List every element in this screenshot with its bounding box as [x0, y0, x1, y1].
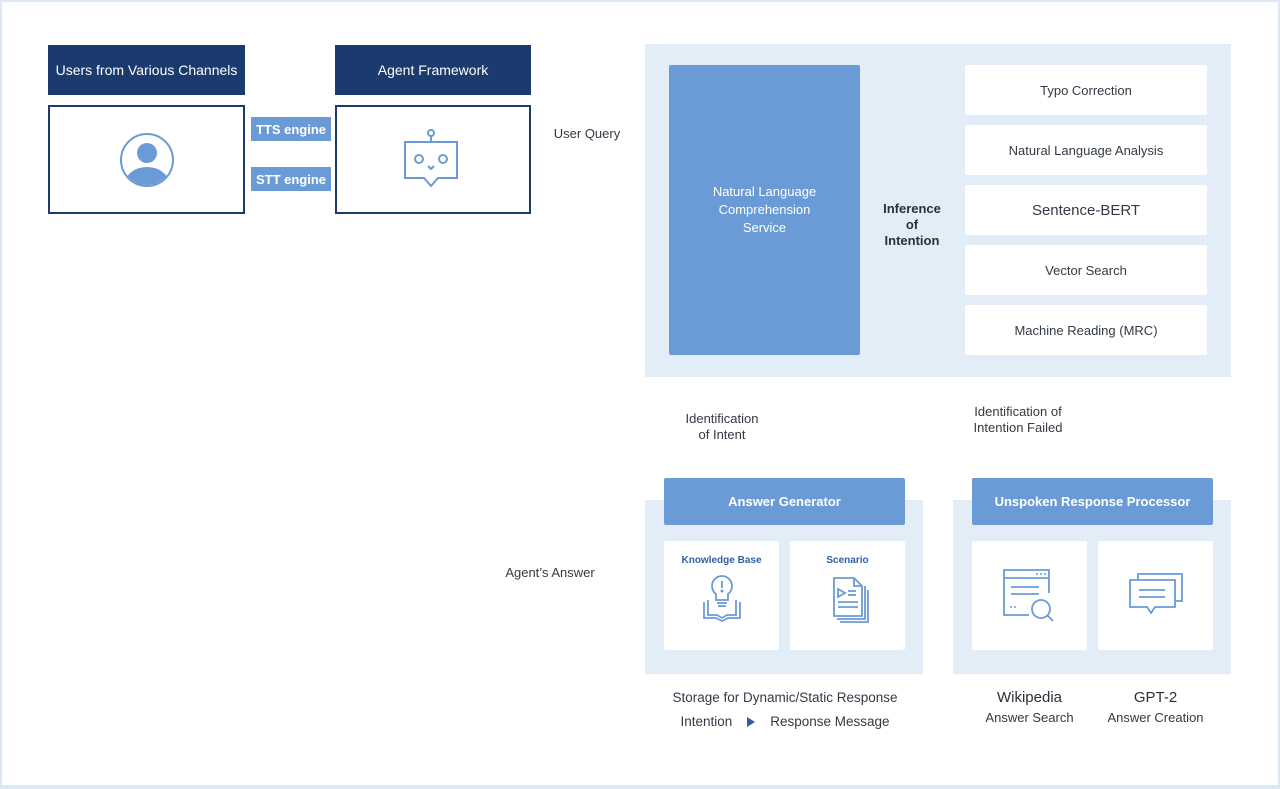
- chat-bubbles-icon: [1128, 572, 1183, 615]
- stt-engine: STT engine: [251, 167, 331, 191]
- step-machine-reading: Machine Reading (MRC): [965, 305, 1207, 355]
- answer-generator-title: Answer Generator: [728, 494, 841, 509]
- users-channels-title: Users from Various Channels: [55, 62, 238, 78]
- lightbulb-book-icon: [702, 575, 741, 623]
- agent-framework-header: Agent Framework: [335, 45, 531, 95]
- scenario-title: Scenario: [826, 555, 869, 566]
- nlc-service-label: Natural Language Comprehension Service: [712, 184, 817, 235]
- flow-to-label: Response Message: [770, 714, 890, 729]
- gpt2-name: GPT-2: [1133, 689, 1178, 706]
- gpt2-sub: Answer Creation: [1107, 710, 1204, 725]
- gpt2-card: [1098, 541, 1213, 650]
- stt-engine-label: STT engine: [255, 171, 327, 187]
- wikipedia-name: Wikipedia: [996, 689, 1063, 706]
- unspoken-processor-header: Unspoken Response Processor: [972, 478, 1213, 525]
- step-natural-language-analysis: Natural Language Analysis: [965, 125, 1207, 175]
- knowledge-base-card: Knowledge Base: [664, 541, 779, 650]
- identification-of-intent-label: Identification of Intent: [685, 411, 759, 442]
- storage-caption: Storage for Dynamic/Static Response: [672, 690, 898, 705]
- wikipedia-card: [972, 541, 1087, 650]
- unspoken-processor-title: Unspoken Response Processor: [994, 494, 1191, 509]
- chatbot-icon: [404, 128, 458, 188]
- step-sentence-bert: Sentence-BERT: [965, 185, 1207, 235]
- scenario-card: Scenario: [790, 541, 905, 650]
- flow-from-label: Intention: [680, 714, 733, 729]
- users-channels-header: Users from Various Channels: [48, 45, 245, 95]
- step-typo-correction: Typo Correction: [965, 65, 1207, 115]
- agent-box: [335, 105, 531, 214]
- gpt2-caption: GPT-2 Answer Creation: [1098, 689, 1213, 725]
- user-avatar-icon: [119, 132, 174, 187]
- nlc-service-box: Natural Language Comprehension Service: [669, 65, 860, 355]
- wikipedia-sub: Answer Search: [985, 710, 1074, 725]
- tts-engine-label: TTS engine: [255, 121, 327, 137]
- users-box: [48, 105, 245, 214]
- tts-engine: TTS engine: [251, 117, 331, 141]
- agent-framework-title: Agent Framework: [377, 62, 489, 78]
- user-query-label: User Query: [553, 126, 621, 141]
- step-vector-search: Vector Search: [965, 245, 1207, 295]
- answer-generator-header: Answer Generator: [664, 478, 905, 525]
- play-arrow-icon: [747, 716, 756, 727]
- scenario-document-icon: [832, 577, 869, 623]
- inference-of-intention-label: Inference of Intention: [883, 201, 941, 248]
- browser-search-icon: [1002, 568, 1054, 622]
- agents-answer-label: Agent’s Answer: [505, 565, 595, 580]
- intention-flow: Intention Response Message: [650, 714, 920, 729]
- knowledge-base-title: Knowledge Base: [681, 555, 762, 566]
- identification-failed-label: Identification of Intention Failed: [973, 404, 1063, 435]
- wikipedia-caption: Wikipedia Answer Search: [972, 689, 1087, 725]
